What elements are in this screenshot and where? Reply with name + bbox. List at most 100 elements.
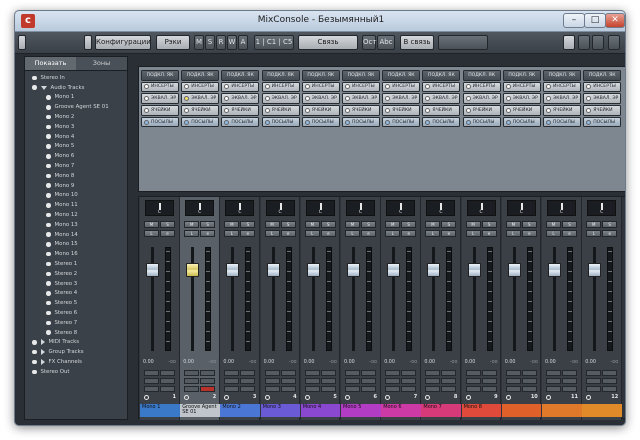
insert-slot[interactable]: ПОСЫЛЫ <box>583 116 622 128</box>
insert-slot[interactable]: ЭКВАЛ. ЭР <box>141 93 179 104</box>
sidebar-item[interactable]: Mono 9 <box>25 181 127 191</box>
channel-name[interactable]: Groove Agent SE 01 <box>180 404 220 417</box>
peak-value[interactable]: -oo <box>329 360 337 367</box>
insert-slot[interactable]: ИНСЕРТЫ <box>583 81 622 93</box>
write-button[interactable] <box>240 378 256 384</box>
power-icon[interactable] <box>184 96 190 102</box>
routing-header[interactable]: ПОДКЛ. ЯК <box>502 70 541 81</box>
sidebar-item[interactable]: Stereo 8 <box>25 328 127 338</box>
tab-show[interactable]: Показать <box>25 57 76 70</box>
listen-button[interactable]: L <box>546 230 561 237</box>
volume-value[interactable]: 0.00 <box>223 360 234 367</box>
channel-power-icon[interactable] <box>546 395 551 400</box>
close-button[interactable]: ✕ <box>605 13 625 28</box>
record-button[interactable] <box>521 370 537 376</box>
insert-slot[interactable]: ЭКВАЛ. ЭР <box>583 93 622 104</box>
visibility-dot-icon[interactable] <box>46 124 51 130</box>
mute-button[interactable]: M <box>505 221 521 228</box>
sidebar-item[interactable]: Stereo In <box>25 73 127 83</box>
monitor-button[interactable] <box>385 370 401 376</box>
bus-link-button[interactable]: В связь <box>400 35 434 50</box>
input-button[interactable] <box>144 386 159 392</box>
pan-control[interactable]: C <box>305 200 335 216</box>
sidebar-item[interactable]: Mono 7 <box>25 161 127 171</box>
listen-button[interactable]: L <box>264 230 280 237</box>
visibility-dot-icon[interactable] <box>46 105 51 110</box>
sidebar-item[interactable]: Group Tracks <box>25 347 127 357</box>
sidebar-item[interactable]: Stereo 7 <box>25 318 127 328</box>
channel-power-icon[interactable] <box>264 395 270 400</box>
sidebar-item[interactable]: Stereo 4 <box>25 289 127 299</box>
input-button[interactable] <box>586 386 602 392</box>
pan-control[interactable]: C <box>466 200 496 216</box>
insert-slot[interactable]: ПОСЫЛЫ <box>502 116 541 128</box>
record-arm-button[interactable] <box>481 386 497 392</box>
solo-all-button[interactable]: S <box>205 35 215 50</box>
read-button[interactable] <box>546 378 561 384</box>
power-icon[interactable] <box>425 96 431 102</box>
listen-button[interactable]: L <box>586 230 602 237</box>
expand-right-icon[interactable] <box>40 339 45 346</box>
visibility-dot-icon[interactable] <box>46 300 51 306</box>
sidebar-item[interactable]: Mono 12 <box>25 210 127 220</box>
insert-slot[interactable]: ЯЧЕЙКИ <box>261 105 300 116</box>
mute-button[interactable]: M <box>546 221 561 228</box>
routing-header[interactable]: ПОДКЛ. ЯК <box>462 70 501 81</box>
peak-value[interactable]: -oo <box>208 360 216 367</box>
channel-power-icon[interactable] <box>425 395 431 400</box>
edit-button[interactable]: e <box>521 230 537 237</box>
sidebar-item[interactable]: Mono 2 <box>25 112 127 122</box>
solo-button[interactable]: S <box>160 221 175 228</box>
solo-button[interactable]: S <box>562 221 577 228</box>
read-button[interactable] <box>264 378 280 384</box>
insert-slot[interactable]: ИНСЕРТЫ <box>261 81 300 93</box>
sidebar-item[interactable]: Mono 11 <box>25 200 127 210</box>
write-button[interactable] <box>200 378 216 384</box>
mute-all-button[interactable]: M <box>194 35 204 50</box>
volume-fader[interactable] <box>186 262 200 277</box>
monitor-button[interactable] <box>586 370 602 376</box>
power-icon[interactable] <box>264 119 270 125</box>
power-icon[interactable] <box>184 84 190 90</box>
sidebar-item[interactable]: Mono 1 <box>25 93 127 103</box>
input-button[interactable] <box>546 386 561 392</box>
pan-control[interactable]: C <box>426 200 456 216</box>
insert-slot[interactable]: ЯЧЕЙКИ <box>462 105 501 116</box>
edit-button[interactable]: e <box>160 230 175 237</box>
power-icon[interactable] <box>546 107 551 113</box>
visibility-dot-icon[interactable] <box>46 261 51 267</box>
write-button[interactable] <box>280 378 296 384</box>
peak-value[interactable]: -oo <box>168 360 176 367</box>
visibility-dot-icon[interactable] <box>46 330 51 335</box>
visibility-dot-icon[interactable] <box>46 203 51 208</box>
pan-control[interactable]: C <box>225 200 255 216</box>
power-icon[interactable] <box>304 119 310 125</box>
power-icon[interactable] <box>184 107 190 113</box>
pan-control[interactable]: C <box>386 200 416 216</box>
sidebar-item[interactable]: Stereo 3 <box>25 279 127 289</box>
solo-button[interactable]: S <box>200 221 216 228</box>
sidebar-item[interactable]: Stereo 6 <box>25 308 127 318</box>
peak-value[interactable]: -oo <box>409 360 417 367</box>
read-button[interactable] <box>505 378 521 384</box>
power-icon[interactable] <box>144 84 149 90</box>
visibility-dot-icon[interactable] <box>46 183 51 188</box>
tab-zones[interactable]: Зоны <box>76 57 127 70</box>
volume-value[interactable]: 0.00 <box>545 360 556 367</box>
monitor-button[interactable] <box>546 370 561 376</box>
read-button[interactable] <box>425 378 441 384</box>
visibility-dot-icon[interactable] <box>46 251 51 257</box>
sidebar-item[interactable]: Stereo 5 <box>25 298 127 308</box>
sidebar-item[interactable]: Mono 5 <box>25 142 127 152</box>
routing-header[interactable]: ПОДКЛ. ЯК <box>382 70 421 81</box>
sidebar-item[interactable]: Mono 3 <box>25 122 127 132</box>
channel-name[interactable]: Mono 4 <box>300 404 341 417</box>
power-icon[interactable] <box>144 119 149 125</box>
insert-slot[interactable]: ИНСЕРТЫ <box>502 81 541 93</box>
insert-slot[interactable]: ИНСЕРТЫ <box>221 81 260 93</box>
peak-value[interactable]: -oo <box>289 360 297 367</box>
input-button[interactable] <box>465 386 481 392</box>
power-icon[interactable] <box>144 96 149 102</box>
visibility-dot-icon[interactable] <box>46 134 51 139</box>
visibility-dot-icon[interactable] <box>46 114 51 120</box>
